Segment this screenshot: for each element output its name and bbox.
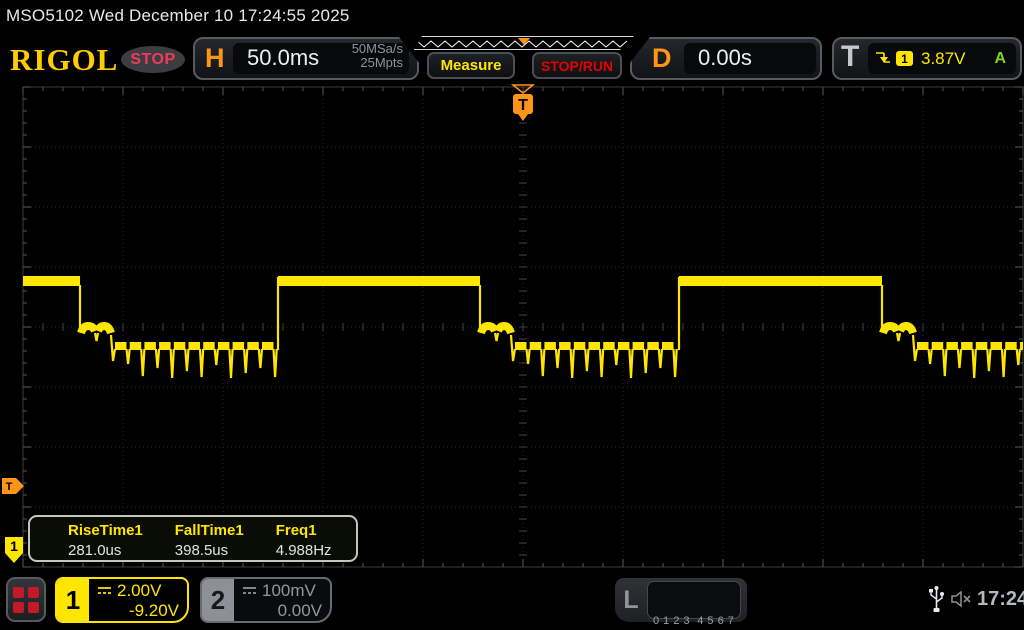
channel1-number: 1 [57,579,89,621]
channel2-status-block[interactable]: 2 100mV 0.00V [200,577,332,623]
trigger-position-marker[interactable]: T [505,84,541,124]
logic-row-0-7: 0 1 2 3 4 5 6 7 [653,614,740,628]
channel2-scale: 100mV [262,581,316,601]
measurement-label: FallTime1 [175,522,244,539]
channel1-status-block[interactable]: 1 2.00V -9.20V [55,577,189,623]
channel2-offset: 0.00V [242,601,322,621]
channel-grid-menu-button[interactable] [6,577,46,622]
measurement-item: FallTime1 398.5us [175,522,244,560]
logic-channels-block[interactable]: L 0 1 2 3 4 5 6 7 8 9 10 11 12 13 14 15 [615,578,747,622]
svg-text:1: 1 [10,538,18,554]
clock: 17:24 [977,588,1024,611]
sound-muted-icon [950,590,974,608]
channel2-number: 2 [202,579,234,621]
usb-icon [928,585,945,613]
measurement-results-panel[interactable]: RiseTime1 281.0us FallTime1 398.5us Freq… [28,515,358,562]
trigger-level-marker[interactable]: T [1,477,25,495]
measurement-item: Freq1 4.988Hz [276,522,332,560]
dc-coupling-icon [97,586,112,596]
oscilloscope-screen: MSO5102 Wed December 10 17:24:55 2025 RI… [0,0,1024,630]
measurement-label: Freq1 [276,522,332,539]
measurement-value: 398.5us [175,542,244,559]
measurement-label: RiseTime1 [68,522,143,539]
measurement-item: RiseTime1 281.0us [68,522,143,560]
grid-icon [13,602,24,613]
measurement-value: 4.988Hz [276,542,332,559]
channel2-values: 100mV 0.00V [234,579,330,621]
channel1-values: 2.00V -9.20V [89,579,187,621]
logic-label: L [615,586,647,615]
channel1-offset: -9.20V [97,601,179,621]
svg-text:T: T [518,97,528,114]
channel1-scale: 2.00V [117,581,161,601]
svg-text:T: T [6,481,13,493]
grid-icon [28,602,39,613]
grid-icon [28,587,39,598]
logic-channel-list: 0 1 2 3 4 5 6 7 8 9 10 11 12 13 14 15 [647,581,741,619]
channel1-position-marker[interactable]: 1 [4,536,24,564]
dc-coupling-icon [242,586,257,596]
measurement-value: 281.0us [68,542,143,559]
grid-icon [13,587,24,598]
